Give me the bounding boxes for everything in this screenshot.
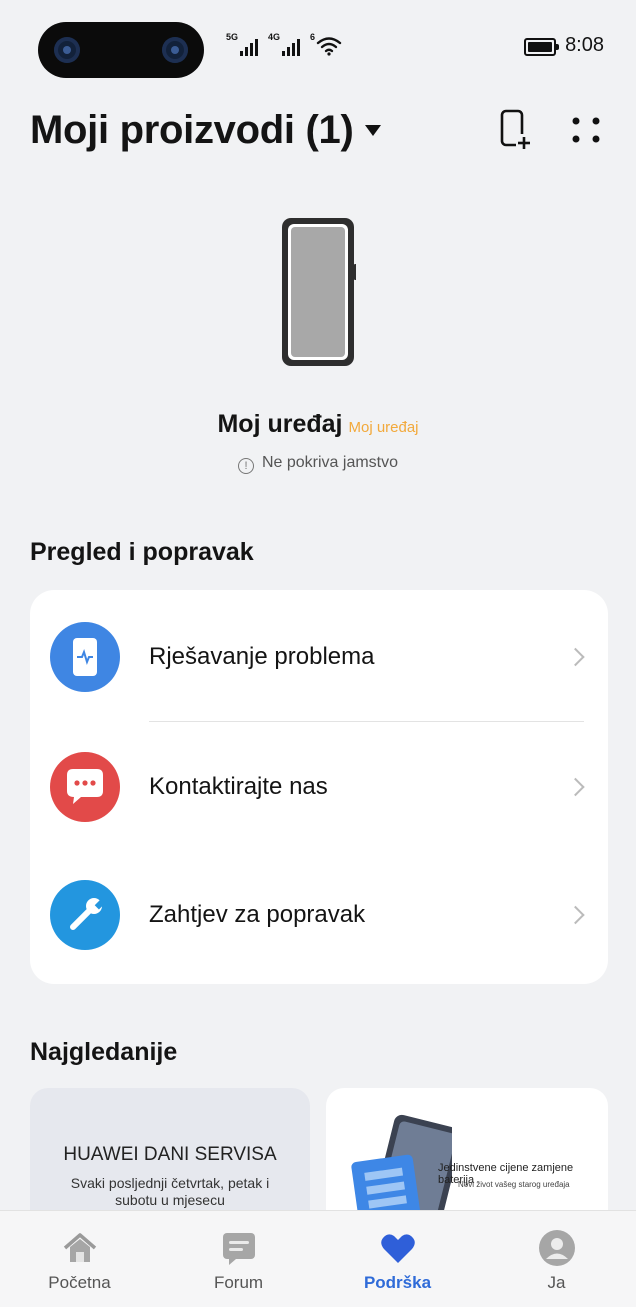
more-options-button[interactable] bbox=[566, 108, 606, 152]
cellular-signal-icon: 4G bbox=[268, 32, 300, 56]
signal-indicators: 5G 4G 6 bbox=[226, 32, 342, 56]
four-dots-icon bbox=[572, 117, 600, 143]
profile-icon bbox=[539, 1230, 575, 1266]
promo-subtitle: Novi život vašeg starog uređaja bbox=[458, 1180, 570, 1189]
bottom-navigation: Početna Forum Podrška Ja bbox=[0, 1210, 636, 1307]
wifi-generation-label: 6 bbox=[310, 32, 316, 42]
promo-battery-replacement[interactable]: Jedinstvene cijene zamjene baterija Novi… bbox=[326, 1088, 608, 1228]
device-name: Moj uređaj bbox=[217, 410, 343, 438]
repair-request-label: Zahtjev za popravak bbox=[149, 901, 366, 928]
promo-title: HUAWEI DANI SERVISA bbox=[63, 1144, 277, 1165]
warranty-label: Ne pokriva jamstvo bbox=[261, 454, 399, 471]
chevron-right-icon bbox=[566, 905, 585, 925]
promo-service-days[interactable]: HUAWEI DANI SERVISA Svaki posljednji čet… bbox=[30, 1088, 310, 1228]
phone-diagnostics-icon bbox=[50, 622, 120, 692]
battery-icon bbox=[524, 38, 559, 56]
divider bbox=[149, 721, 584, 722]
battery-replacement-illustration bbox=[351, 1114, 452, 1228]
wifi-icon: 6 bbox=[310, 32, 342, 56]
add-device-button[interactable] bbox=[498, 108, 538, 152]
add-device-icon bbox=[500, 109, 532, 150]
chevron-right-icon bbox=[566, 777, 585, 797]
network-type-label: 4G bbox=[268, 32, 281, 42]
nav-home[interactable]: Početna bbox=[0, 1211, 159, 1307]
troubleshooting-row[interactable]: Rješavanje problema bbox=[30, 594, 608, 720]
camera-lens-icon bbox=[162, 37, 188, 63]
caret-down-icon bbox=[365, 125, 382, 136]
section-title-popular: Najgledanije bbox=[30, 1038, 178, 1066]
contact-us-label: Kontaktirajte nas bbox=[149, 773, 328, 800]
heart-icon bbox=[381, 1234, 415, 1263]
camera-lens-icon bbox=[54, 37, 80, 63]
phone-device-icon bbox=[282, 218, 356, 366]
forum-icon bbox=[223, 1233, 255, 1265]
nav-label: Početna bbox=[48, 1273, 111, 1292]
warranty-status: ! Ne pokriva jamstvo bbox=[0, 454, 636, 474]
nav-label: Forum bbox=[213, 1273, 264, 1292]
wrench-icon bbox=[50, 880, 120, 950]
info-circle-icon: ! bbox=[237, 458, 254, 474]
contact-us-row[interactable]: Kontaktirajte nas bbox=[30, 724, 608, 850]
nav-forum[interactable]: Forum bbox=[159, 1211, 318, 1307]
chevron-right-icon bbox=[566, 647, 585, 667]
status-time: 8:08 bbox=[565, 34, 604, 56]
my-device-badge: Moj uređaj bbox=[348, 419, 419, 436]
chat-bubble-icon bbox=[50, 752, 120, 822]
page-title: Moji proizvodi (1) bbox=[30, 108, 354, 152]
section-title-repair: Pregled i popravak bbox=[30, 538, 254, 566]
network-type-label: 5G bbox=[226, 32, 239, 42]
nav-label: Podrška bbox=[363, 1273, 432, 1292]
repair-request-row[interactable]: Zahtjev za popravak bbox=[30, 852, 608, 978]
promo-subtitle: Svaki posljednji četvrtak, petak i subot… bbox=[70, 1175, 270, 1208]
repair-options-card: Rješavanje problema Kontaktirajte nas Za… bbox=[30, 590, 608, 984]
nav-support[interactable]: Podrška bbox=[318, 1211, 477, 1307]
cellular-signal-icon: 5G bbox=[226, 32, 258, 56]
nav-label: Ja bbox=[547, 1273, 566, 1292]
front-camera-cutout bbox=[38, 22, 204, 78]
nav-profile[interactable]: Ja bbox=[477, 1211, 636, 1307]
device-name-row: Moj uređaj Moj uređaj bbox=[0, 410, 636, 439]
products-dropdown[interactable]: Moji proizvodi (1) bbox=[30, 108, 382, 153]
troubleshooting-label: Rješavanje problema bbox=[149, 643, 375, 670]
home-icon bbox=[63, 1233, 97, 1262]
